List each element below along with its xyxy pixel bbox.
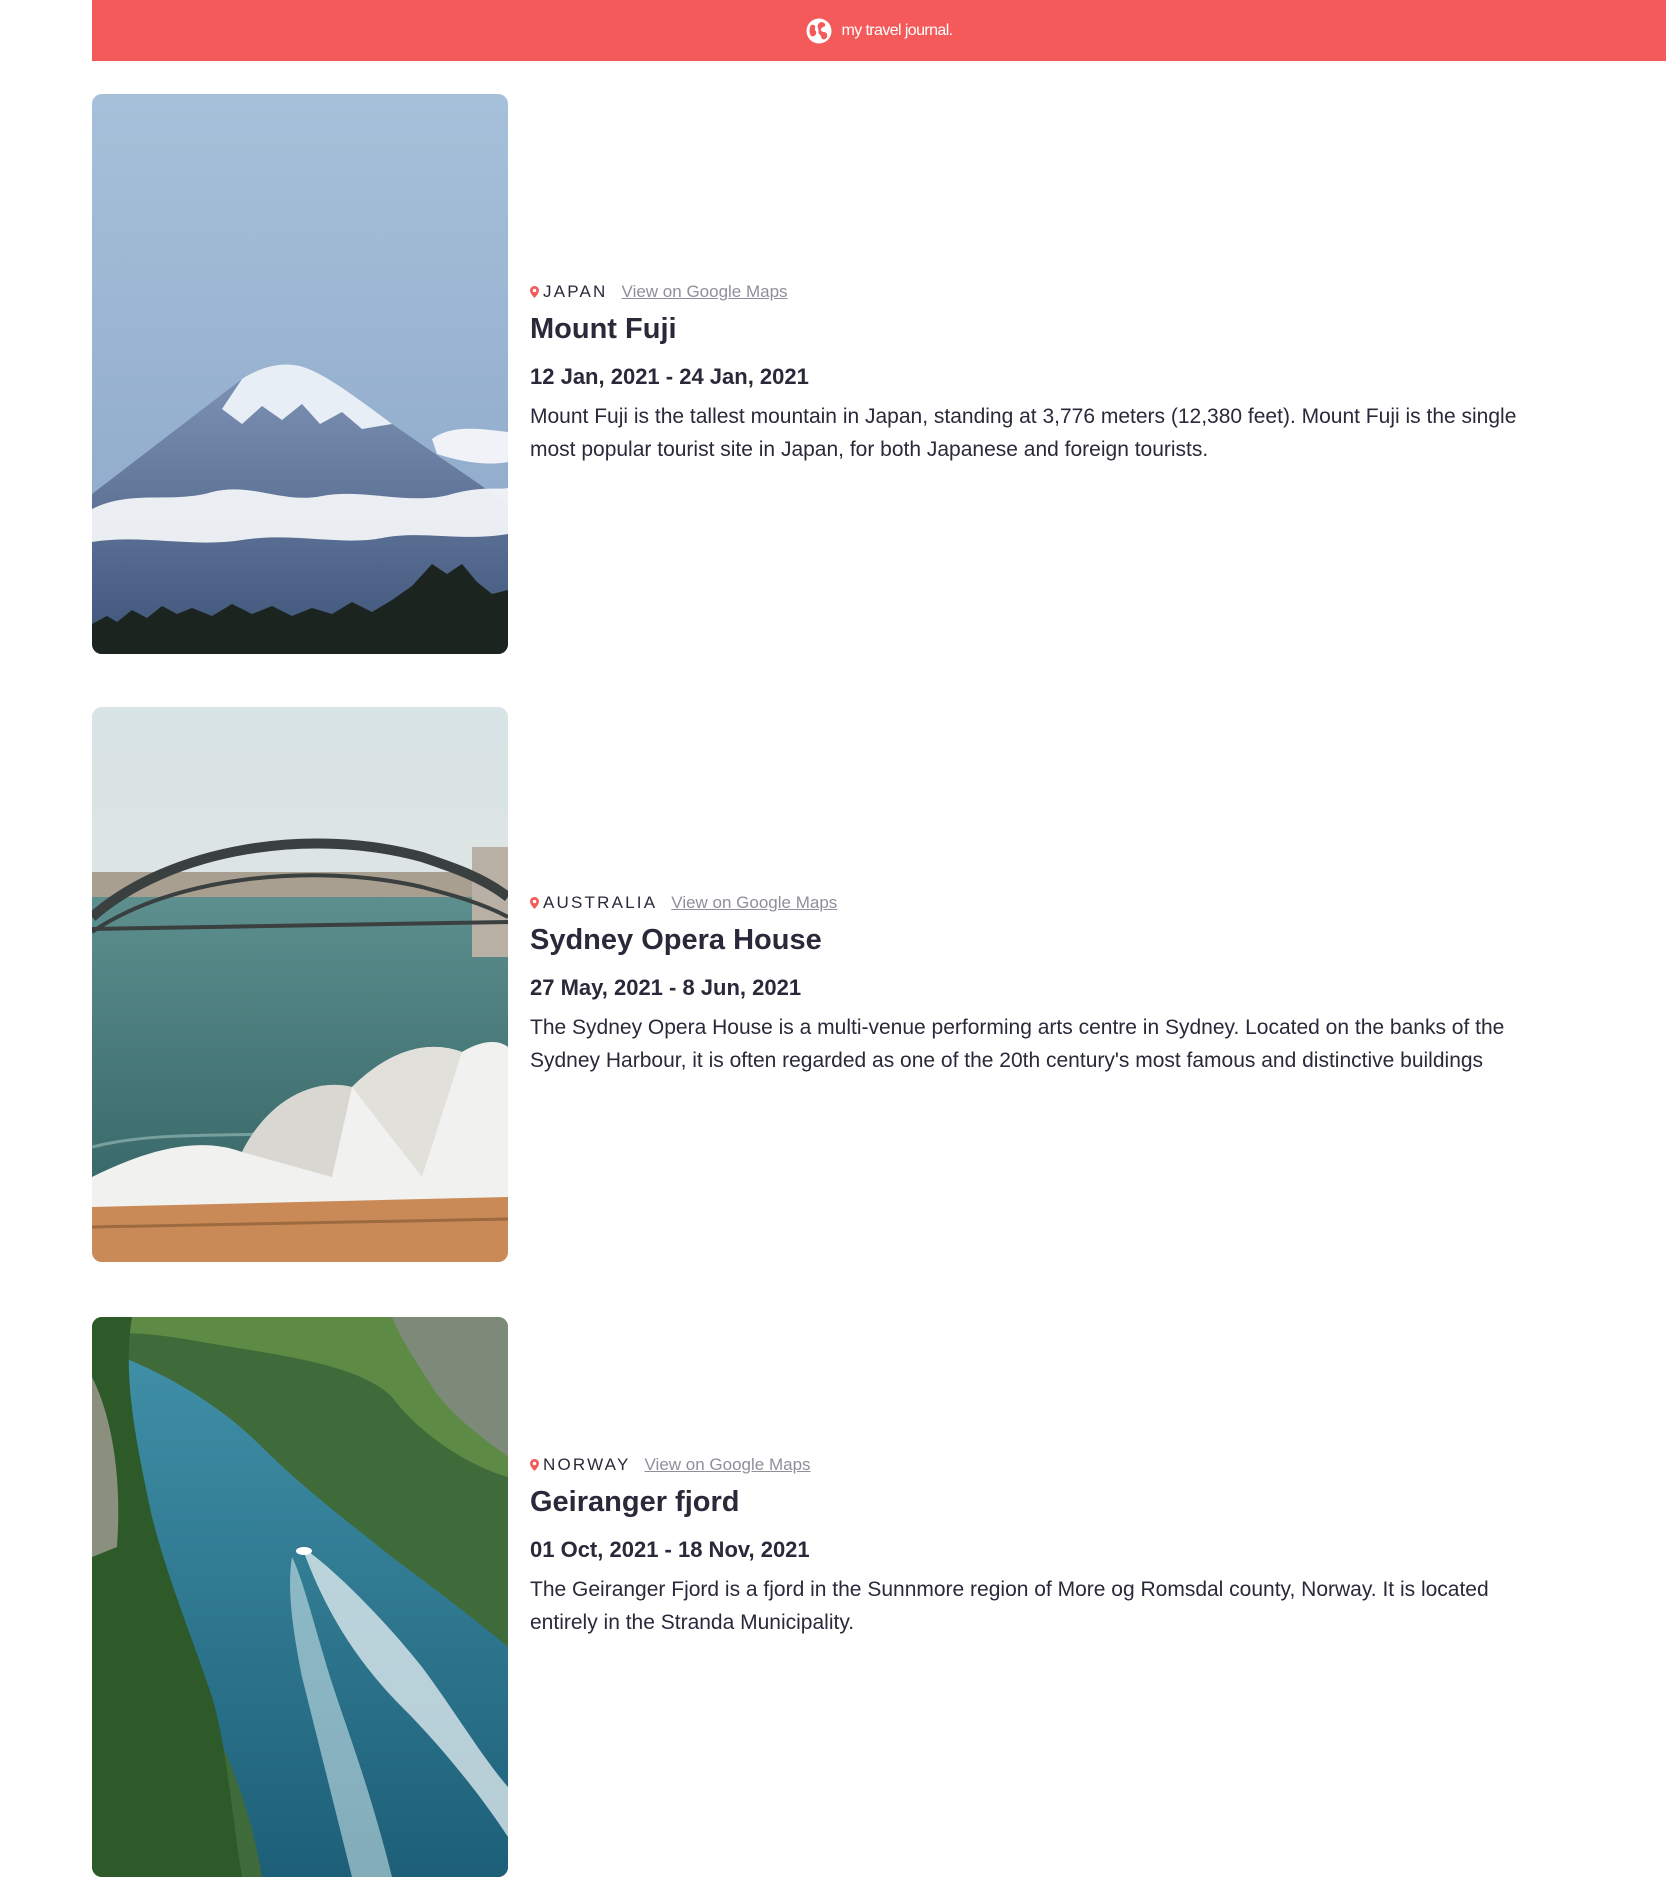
location-pin-icon [530, 1459, 539, 1471]
brand-title: my travel journal. [841, 21, 953, 39]
journal-entry: NORWAY View on Google Maps Geiranger fjo… [92, 1317, 1532, 1877]
google-maps-link[interactable]: View on Google Maps [671, 893, 837, 913]
location-pin-icon [530, 286, 539, 298]
journal-entry: JAPAN View on Google Maps Mount Fuji 12 … [92, 94, 1532, 654]
google-maps-link[interactable]: View on Google Maps [645, 1455, 811, 1475]
entry-info: AUSTRALIA View on Google Maps Sydney Ope… [530, 707, 1532, 1262]
location-row: JAPAN View on Google Maps [530, 282, 1532, 302]
country-label: JAPAN [543, 282, 608, 301]
entry-title: Geiranger fjord [530, 1486, 740, 1518]
entry-photo-mount-fuji [92, 94, 508, 654]
location-row: NORWAY View on Google Maps [530, 1455, 1532, 1475]
entry-info: NORWAY View on Google Maps Geiranger fjo… [530, 1317, 1532, 1777]
entry-photo-sydney-opera-house [92, 707, 508, 1262]
top-bar: my travel journal. [92, 0, 1666, 61]
entry-description: The Geiranger Fjord is a fjord in the Su… [530, 1578, 1489, 1634]
entry-description: The Sydney Opera House is a multi-venue … [530, 1015, 1505, 1072]
journal-entry: AUSTRALIA View on Google Maps Sydney Ope… [92, 707, 1532, 1262]
entry-dates: 27 May, 2021 - 8 Jun, 2021 [530, 974, 802, 1000]
country-label: NORWAY [543, 1455, 631, 1474]
entry-title: Sydney Opera House [530, 923, 822, 956]
location-row: AUSTRALIA View on Google Maps [530, 893, 1532, 913]
entry-description: Mount Fuji is the tallest mountain in Ja… [530, 405, 1517, 461]
entry-dates: 01 Oct, 2021 - 18 Nov, 2021 [530, 1537, 810, 1562]
globe-icon [806, 18, 832, 43]
entry-info: JAPAN View on Google Maps Mount Fuji 12 … [530, 94, 1532, 654]
entry-dates: 12 Jan, 2021 - 24 Jan, 2021 [530, 364, 809, 389]
country-label: AUSTRALIA [543, 892, 658, 912]
google-maps-link[interactable]: View on Google Maps [622, 282, 788, 302]
location-pin-icon [530, 896, 539, 909]
entry-title: Mount Fuji [530, 313, 677, 345]
entry-photo-geiranger-fjord [92, 1317, 508, 1877]
